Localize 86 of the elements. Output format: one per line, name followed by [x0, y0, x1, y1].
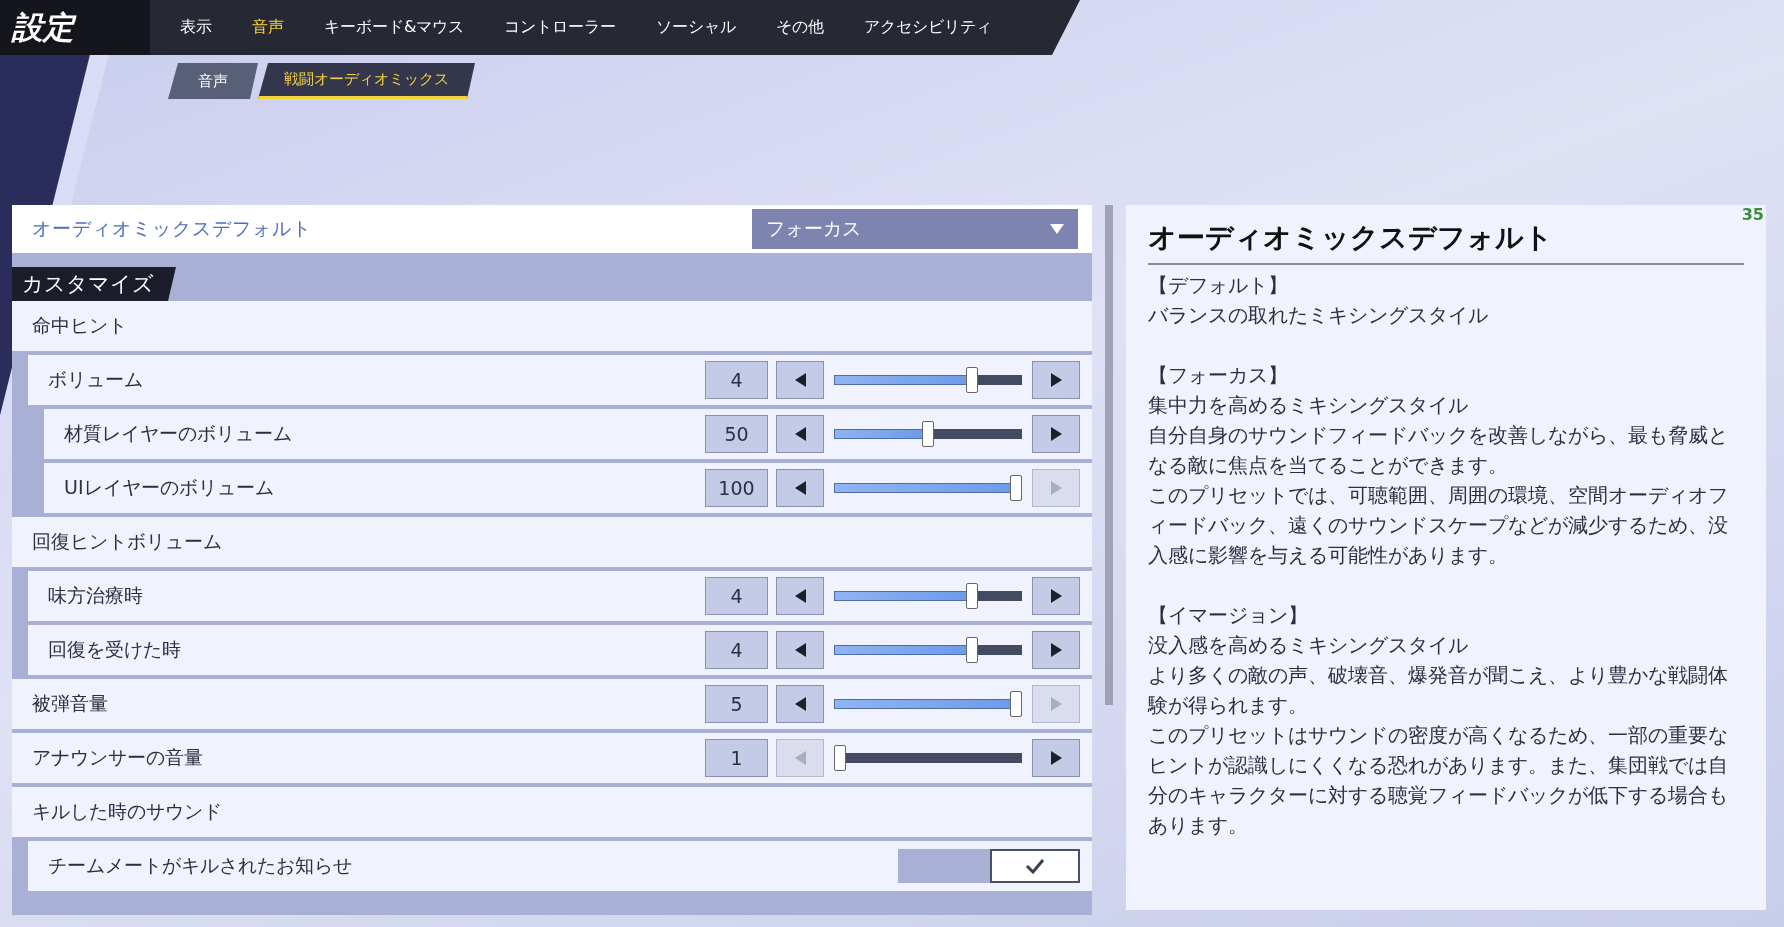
setting-label: 命中ヒント — [32, 313, 128, 338]
value-display: 4 — [705, 361, 768, 399]
right-triangle-icon — [1049, 480, 1063, 496]
increase-button[interactable] — [1032, 361, 1080, 399]
setting-label: ボリューム — [48, 367, 144, 392]
left-triangle-icon — [793, 426, 807, 442]
slider-thumb[interactable] — [1010, 475, 1022, 501]
slider-thumb[interactable] — [966, 637, 978, 663]
left-triangle-icon — [793, 372, 807, 388]
value-display: 100 — [705, 469, 768, 507]
tab[interactable]: ソーシャル — [636, 17, 757, 38]
fps-counter: 35 — [1741, 205, 1764, 224]
increase-button[interactable] — [1032, 415, 1080, 453]
preset-dropdown[interactable]: フォーカス — [752, 209, 1078, 249]
right-triangle-icon — [1049, 426, 1063, 442]
left-triangle-icon — [793, 480, 807, 496]
volume-slider[interactable] — [834, 367, 1022, 393]
value-display: 5 — [705, 685, 768, 723]
setting-label: アナウンサーの音量 — [32, 745, 204, 770]
setting-label: オーディオミックスデフォルト — [32, 216, 312, 241]
tab[interactable]: キーボード&マウス — [304, 17, 485, 38]
left-triangle-icon — [793, 750, 807, 766]
right-triangle-icon — [1049, 642, 1063, 658]
value-display: 50 — [705, 415, 768, 453]
description-heading: 【イマージョン】 — [1148, 603, 1309, 629]
decrease-button[interactable] — [776, 415, 824, 453]
value-display: 4 — [705, 577, 768, 615]
volume-slider[interactable] — [834, 637, 1022, 663]
increase-button[interactable] — [1032, 739, 1080, 777]
checkmark-icon — [1025, 858, 1045, 874]
right-triangle-icon — [1049, 696, 1063, 712]
description-text: このプリセットはサウンドの密度が高くなるため、一部の重要なヒントが認識しにくくなる恐れがあります。また、集団戦では自分のキャラクターに対する聴覚フィードバックが低下する場合もあります。 — [1148, 723, 1729, 839]
setting-label: 材質レイヤーのボリューム — [64, 421, 293, 446]
description-text: より多くの敵の声、破壊音、爆発音が聞こえ、より豊かな戦闘体験が得られます。 — [1148, 663, 1729, 719]
caret-icon — [1050, 224, 1064, 234]
subtab[interactable]: 音声 — [168, 63, 258, 99]
volume-slider[interactable] — [834, 691, 1022, 717]
decrease-button[interactable] — [776, 631, 824, 669]
description-heading: 【デフォルト】 — [1148, 273, 1289, 299]
volume-slider[interactable] — [834, 475, 1022, 501]
increase-button[interactable] — [1032, 577, 1080, 615]
volume-slider[interactable] — [834, 583, 1022, 609]
left-triangle-icon — [793, 588, 807, 604]
slider-thumb[interactable] — [966, 583, 978, 609]
scrollbar[interactable] — [1105, 205, 1113, 705]
tab[interactable]: コントローラー — [484, 17, 637, 38]
description-text: バランスの取れたミキシングスタイル — [1148, 303, 1489, 329]
setting-label: 回復を受けた時 — [48, 637, 182, 662]
description-text: このプリセットでは、可聴範囲、周囲の環境、空間オーディオフィードバック、遠くのサウンドスケープなどが減少するため、没入感に影響を与える可能性があります。 — [1148, 483, 1729, 569]
decrease-button[interactable] — [776, 361, 824, 399]
description-title: オーディオミックスデフォルト — [1148, 219, 1744, 265]
increase-button[interactable] — [1032, 631, 1080, 669]
tab[interactable]: アクセシビリティ — [844, 17, 1013, 38]
description-text: 集中力を高めるミキシングスタイル — [1148, 393, 1469, 419]
tab[interactable]: 音声 — [232, 17, 304, 38]
checkbox[interactable] — [898, 849, 1080, 883]
setting-label: 被弾音量 — [32, 691, 109, 716]
description-text: 没入感を高めるミキシングスタイル — [1148, 633, 1469, 659]
tab[interactable]: その他 — [756, 17, 845, 38]
value-display: 1 — [705, 739, 768, 777]
description-heading: 【フォーカス】 — [1148, 363, 1289, 389]
section-title: カスタマイズ — [12, 267, 176, 301]
left-triangle-icon — [793, 642, 807, 658]
setting-label: UIレイヤーのボリューム — [64, 475, 275, 500]
decrease-button[interactable] — [776, 469, 824, 507]
subtab[interactable]: 戦闘オーディオミックス — [258, 63, 475, 99]
left-triangle-icon — [793, 696, 807, 712]
description-text: 自分自身のサウンドフィードバックを改善しながら、最も脅威となる敵に焦点を当てることができます。 — [1148, 423, 1729, 479]
slider-thumb[interactable] — [834, 745, 846, 771]
value-display: 4 — [705, 631, 768, 669]
right-triangle-icon — [1049, 750, 1063, 766]
volume-slider[interactable] — [834, 421, 1022, 447]
slider-thumb[interactable] — [922, 421, 934, 447]
volume-slider[interactable] — [834, 745, 1022, 771]
setting-label: キルした時のサウンド — [32, 799, 223, 824]
decrease-button[interactable] — [776, 577, 824, 615]
tab[interactable]: 表示 — [160, 17, 232, 38]
right-triangle-icon — [1049, 372, 1063, 388]
slider-thumb[interactable] — [1010, 691, 1022, 717]
slider-thumb[interactable] — [966, 367, 978, 393]
setting-label: 回復ヒントボリューム — [32, 529, 223, 554]
right-triangle-icon — [1049, 588, 1063, 604]
setting-label: チームメートがキルされたお知らせ — [48, 853, 353, 878]
window-title: 設定 — [0, 0, 150, 55]
setting-label: 味方治療時 — [48, 583, 144, 608]
decrease-button[interactable] — [776, 685, 824, 723]
